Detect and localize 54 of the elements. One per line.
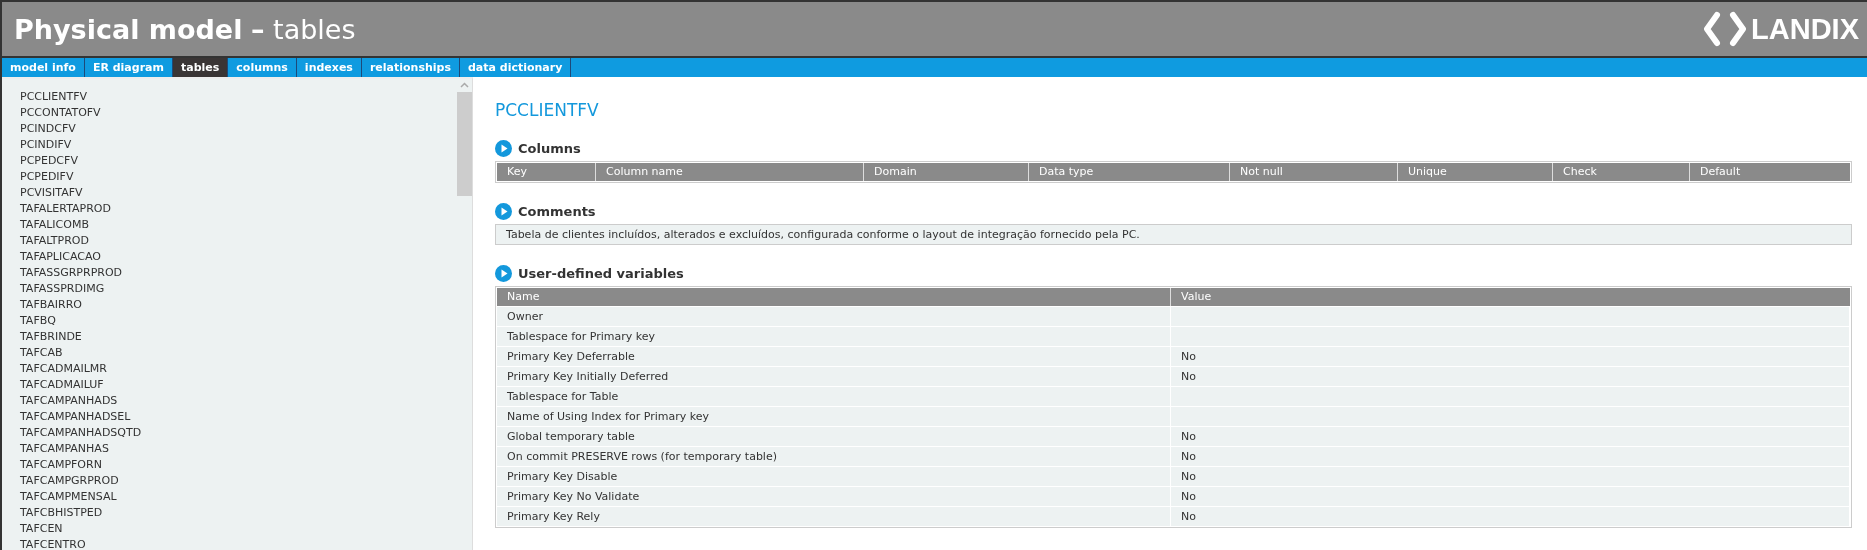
table-link[interactable]: TAFALICOMB [20, 217, 457, 233]
page-title: Physical model – tables [14, 13, 356, 45]
table-link[interactable]: PCVISITAFV [20, 185, 457, 201]
column-header: Default [1699, 164, 1742, 180]
column-header: Unique [1398, 163, 1553, 181]
column-header: Value [1180, 289, 1213, 305]
column-header: Data type [1029, 163, 1230, 181]
play-icon[interactable] [495, 265, 512, 282]
column-header: Key [497, 163, 596, 181]
table-link[interactable]: TAFALERTAPROD [20, 201, 457, 217]
table-link[interactable]: TAFASSPRDIMG [20, 281, 457, 297]
table-link[interactable]: TAFCAMPANHADS [20, 393, 457, 409]
table-link[interactable]: TAFBAIRRO [20, 297, 457, 313]
table-link[interactable]: TAFCAMPMENSAL [20, 489, 457, 505]
section-heading: Comments [518, 204, 596, 219]
table-link[interactable]: PCCONTATOFV [20, 105, 457, 121]
table-link[interactable]: TAFCAB [20, 345, 457, 361]
column-header: Column name [596, 163, 864, 181]
table-link[interactable]: TAFCADMAILUF [20, 377, 457, 393]
table-link[interactable]: TAFCBHISTPED [20, 505, 457, 521]
table-cell: Primary Key Rely [497, 507, 1171, 526]
play-icon[interactable] [495, 203, 512, 220]
table-link[interactable]: PCCLIENTFV [20, 89, 457, 105]
tab[interactable]: tables [173, 58, 229, 77]
table-link[interactable]: TAFCAMPFORN [20, 457, 457, 473]
scroll-up-icon[interactable] [460, 82, 469, 88]
column-header: Check [1553, 163, 1690, 181]
table-link[interactable]: TAFAPLICACAO [20, 249, 457, 265]
table-link[interactable]: TAFCAMPANHAS [20, 441, 457, 457]
table-cell: No [1171, 507, 1850, 526]
table-link[interactable]: TAFCENTRO [20, 537, 457, 550]
table-link[interactable]: PCINDCFV [20, 121, 457, 137]
table-link[interactable]: TAFASSGRPRPROD [20, 265, 457, 281]
logo-text: LANDIX [1751, 12, 1859, 46]
table-link[interactable]: TAFCAMPANHADSEL [20, 409, 457, 425]
table-link[interactable]: TAFALTPROD [20, 233, 457, 249]
table-link[interactable]: TAFCEN [20, 521, 457, 537]
table-link[interactable]: PCPEDCFV [20, 153, 457, 169]
play-icon[interactable] [495, 140, 512, 157]
logo-icon [1703, 11, 1748, 47]
table-link[interactable]: PCINDIFV [20, 137, 457, 153]
table-link[interactable]: TAFBRINDE [20, 329, 457, 345]
section-heading: User-defined variables [518, 266, 684, 281]
table-link[interactable]: TAFBQ [20, 313, 457, 329]
section-heading: Columns [518, 141, 581, 156]
table-link[interactable]: PCPEDIFV [20, 169, 457, 185]
comment-text: Tabela de clientes incluídos, alterados e excluídos, configurada conforme o layout de integração fornecido pela PC. [495, 224, 1852, 245]
column-header: Domain [864, 163, 1029, 181]
table-link[interactable]: TAFCAMPGRPROD [20, 473, 457, 489]
column-header: Not null [1230, 163, 1398, 181]
scrollbar-thumb[interactable] [457, 92, 472, 196]
table-link[interactable]: TAFCAMPANHADSQTD [20, 425, 457, 441]
table-link[interactable]: TAFCADMAILMR [20, 361, 457, 377]
table-name: PCCLIENTFV [495, 100, 599, 120]
